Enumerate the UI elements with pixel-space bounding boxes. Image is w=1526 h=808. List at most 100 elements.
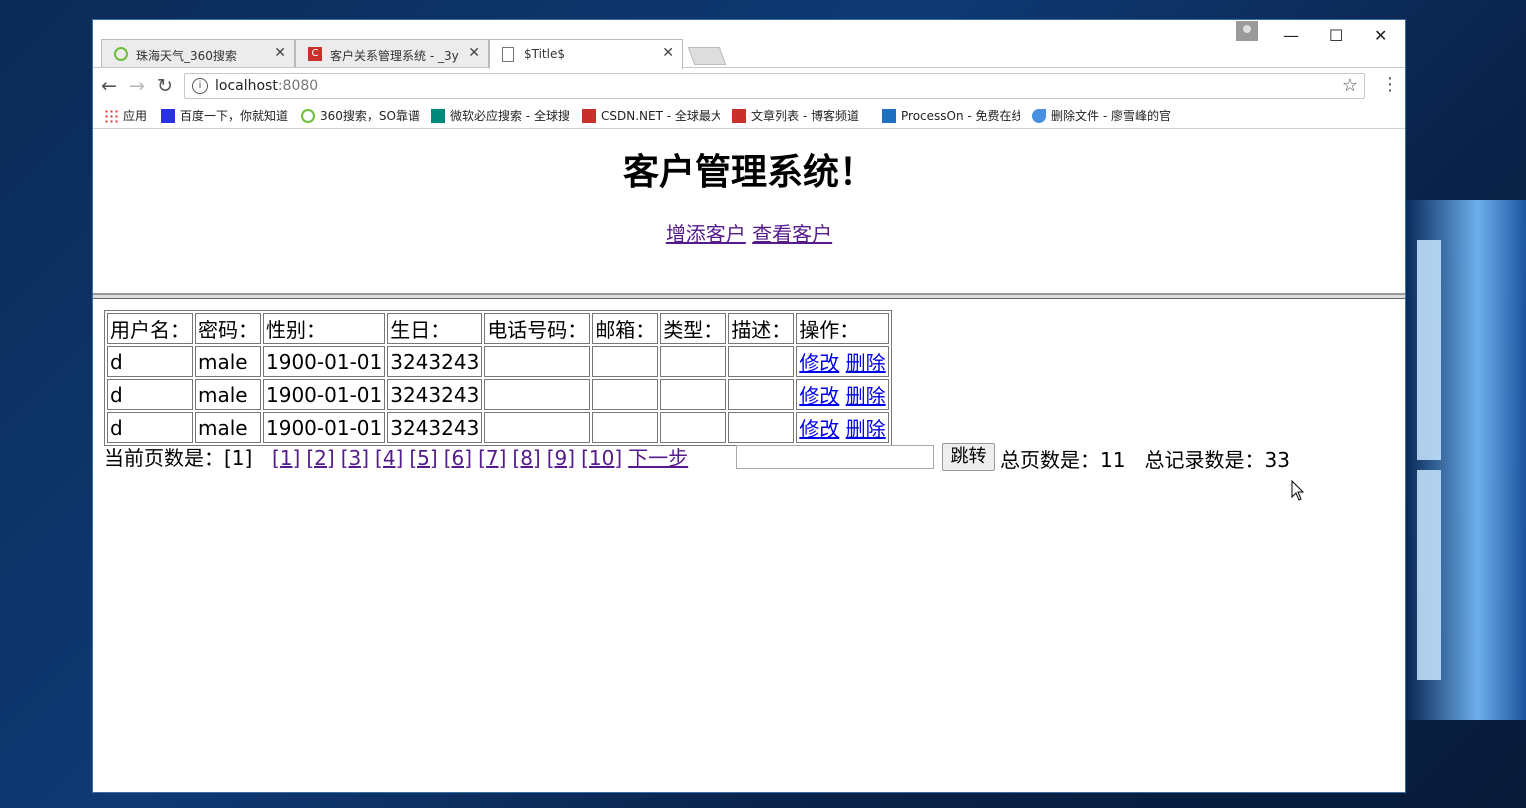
cell xyxy=(592,412,659,443)
bing-icon xyxy=(431,109,445,123)
maximize-icon[interactable]: ☐ xyxy=(1329,26,1343,45)
cell xyxy=(484,346,591,377)
cell xyxy=(592,346,659,377)
cell: male xyxy=(195,379,261,410)
jump-button[interactable]: 跳转 xyxy=(942,443,995,471)
cell xyxy=(728,379,795,410)
actions-cell: 修改 删除 xyxy=(796,412,889,443)
processon-icon xyxy=(882,109,896,123)
page-link-10[interactable]: [10] xyxy=(581,446,622,470)
header-phone: 电话号码： xyxy=(484,313,591,344)
page-link-6[interactable]: [6] xyxy=(444,446,472,470)
page-link-8[interactable]: [8] xyxy=(512,446,540,470)
current-page-label: 当前页数是：[1] xyxy=(104,446,253,470)
add-customer-link[interactable]: 增添客户 xyxy=(666,222,746,246)
cell xyxy=(484,412,591,443)
cell xyxy=(728,412,795,443)
user-profile-icon[interactable] xyxy=(1236,21,1258,41)
page-link-4[interactable]: [4] xyxy=(375,446,403,470)
mouse-cursor-icon xyxy=(1291,480,1305,501)
header-username: 用户名： xyxy=(107,313,193,344)
edit-link[interactable]: 修改 xyxy=(799,417,839,441)
delete-link[interactable]: 删除 xyxy=(846,417,886,441)
apps-grid-icon xyxy=(104,109,118,123)
new-tab-button[interactable] xyxy=(687,47,727,65)
page-link-2[interactable]: [2] xyxy=(306,446,334,470)
edit-link[interactable]: 修改 xyxy=(799,384,839,408)
cell: 3243243 xyxy=(387,412,483,443)
bookmark-360[interactable]: 360搜索，SO靠谱 xyxy=(301,107,421,124)
totals: 总页数是：11 总记录数是：33 xyxy=(1000,444,1290,473)
header-actions: 操作： xyxy=(796,313,889,344)
cell xyxy=(660,379,727,410)
jump-page-input[interactable] xyxy=(736,445,934,469)
bookmark-apps[interactable]: 应用 xyxy=(104,107,147,124)
cell: male xyxy=(195,412,261,443)
bookmark-blog[interactable]: 文章列表 - 博客频道 xyxy=(732,107,868,124)
table-row: d male 1900-01-01 3243243 修改 删除 xyxy=(107,346,889,377)
view-customer-link[interactable]: 查看客户 xyxy=(752,222,832,246)
info-icon[interactable]: i xyxy=(192,78,208,94)
divider xyxy=(93,293,1405,299)
bookmark-processon[interactable]: ProcessOn - 免费在线 xyxy=(882,107,1020,124)
cell: 3243243 xyxy=(387,379,483,410)
edit-link[interactable]: 修改 xyxy=(799,351,839,375)
csdn-icon xyxy=(582,109,596,123)
tab-title: 客户关系管理系统 - _3y xyxy=(330,49,459,63)
tab-360[interactable]: 珠海天气_360搜索 ✕ xyxy=(101,39,295,68)
cell xyxy=(660,412,727,443)
close-tab-icon[interactable]: ✕ xyxy=(662,45,674,61)
close-tab-icon[interactable]: ✕ xyxy=(468,45,480,61)
cell: 1900-01-01 xyxy=(263,379,386,410)
header-birthday: 生日： xyxy=(387,313,483,344)
desktop-glow xyxy=(1405,200,1526,720)
browser-window: 珠海天气_360搜索 ✕ C 客户关系管理系统 - _3y ✕ $Title$ … xyxy=(93,20,1405,792)
header-gender: 性别： xyxy=(263,313,386,344)
csdn-icon: C xyxy=(308,47,322,61)
total-pages-label: 总页数是：11 xyxy=(1000,448,1126,472)
cell xyxy=(660,346,727,377)
delete-link[interactable]: 删除 xyxy=(846,351,886,375)
tab-active[interactable]: $Title$ ✕ xyxy=(489,39,683,69)
bookmark-star-icon[interactable]: ☆ xyxy=(1342,75,1358,96)
customer-table: 用户名： 密码： 性别： 生日： 电话号码： 邮箱： 类型： 描述： 操作： d… xyxy=(104,310,892,446)
page-link-1[interactable]: [1] xyxy=(272,446,300,470)
360-search-icon xyxy=(301,109,315,123)
bookmark-baidu[interactable]: 百度一下，你就知道 xyxy=(161,107,291,124)
tab-crm[interactable]: C 客户关系管理系统 - _3y ✕ xyxy=(295,39,489,68)
page-link-7[interactable]: [7] xyxy=(478,446,506,470)
forward-icon[interactable]: → xyxy=(129,75,145,97)
table-header-row: 用户名： 密码： 性别： 生日： 电话号码： 邮箱： 类型： 描述： 操作： xyxy=(107,313,889,344)
url-text: localhost:8080 xyxy=(215,78,319,94)
windows-logo-pane xyxy=(1417,240,1441,460)
address-bar[interactable]: i localhost:8080 ☆ xyxy=(184,73,1365,99)
actions-cell: 修改 删除 xyxy=(796,379,889,410)
cell xyxy=(728,346,795,377)
reload-icon[interactable]: ↻ xyxy=(157,75,173,97)
minimize-icon[interactable]: — xyxy=(1283,26,1299,45)
delete-link[interactable]: 删除 xyxy=(846,384,886,408)
close-tab-icon[interactable]: ✕ xyxy=(274,45,286,61)
actions-cell: 修改 删除 xyxy=(796,346,889,377)
table-row: d male 1900-01-01 3243243 修改 删除 xyxy=(107,379,889,410)
bookmark-liaoxuefeng[interactable]: 删除文件 - 廖雪峰的官 xyxy=(1032,107,1170,124)
page-link-5[interactable]: [5] xyxy=(409,446,437,470)
page-link-3[interactable]: [3] xyxy=(341,446,369,470)
close-window-icon[interactable]: ✕ xyxy=(1374,26,1387,45)
back-icon[interactable]: ← xyxy=(101,75,117,97)
cell: 3243243 xyxy=(387,346,483,377)
menu-icon[interactable]: ⋮ xyxy=(1381,74,1399,95)
tab-title: $Title$ xyxy=(524,47,565,61)
cell xyxy=(592,379,659,410)
toolbar: ← → ↻ i localhost:8080 ☆ ⋮ xyxy=(93,67,1405,105)
table-row: d male 1900-01-01 3243243 修改 删除 xyxy=(107,412,889,443)
total-records-label: 总记录数是：33 xyxy=(1144,448,1290,472)
bookmark-bing[interactable]: 微软必应搜索 - 全球搜 xyxy=(431,107,569,124)
header-email: 邮箱： xyxy=(592,313,659,344)
cell: d xyxy=(107,379,193,410)
bookmark-csdn[interactable]: CSDN.NET - 全球最大 xyxy=(582,107,720,124)
page-link-9[interactable]: [9] xyxy=(547,446,575,470)
baidu-paw-icon xyxy=(161,109,175,123)
header-description: 描述： xyxy=(728,313,795,344)
next-page-link[interactable]: 下一步 xyxy=(628,446,688,470)
